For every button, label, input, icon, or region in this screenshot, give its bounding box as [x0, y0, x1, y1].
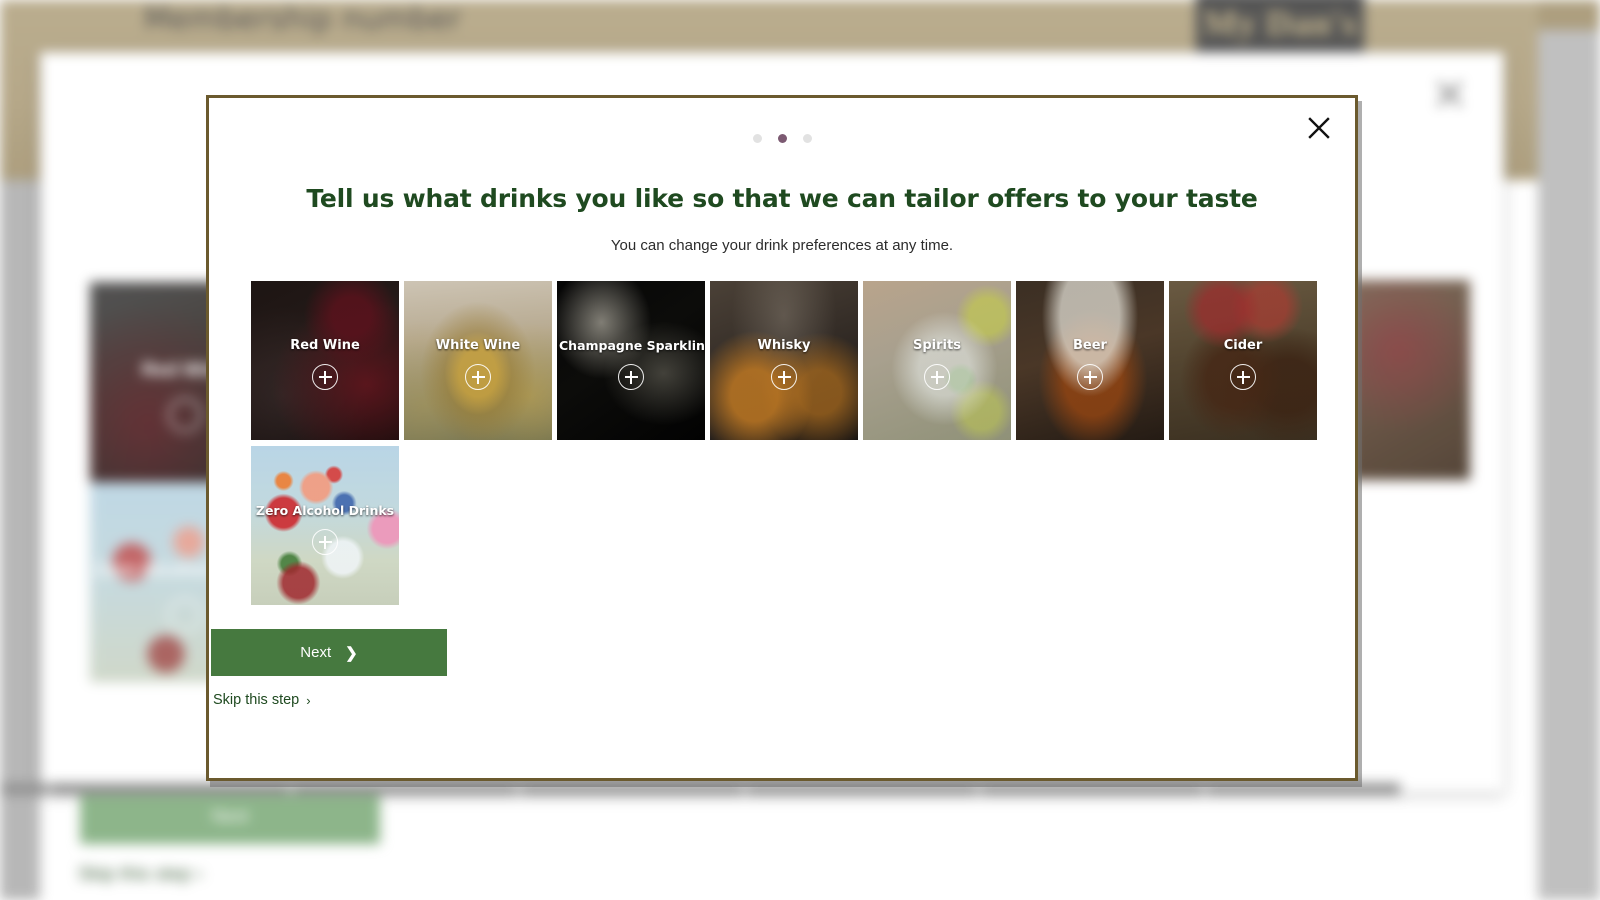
step-dot-3[interactable] [802, 134, 812, 143]
plus-icon[interactable] [312, 529, 338, 555]
step-dot-1[interactable] [752, 134, 762, 143]
skip-this-step-label: Skip this step [213, 692, 300, 708]
drink-tile-spirits[interactable]: Spirits [863, 281, 1011, 440]
zero-alcohol-drinks-photo [251, 446, 399, 605]
step-dot-2[interactable] [777, 134, 787, 143]
drink-tile-label: Whisky [757, 338, 811, 353]
drink-tile-label: Spirits [913, 338, 961, 353]
page-title: Tell us what drinks you like so that we … [306, 184, 1258, 213]
drink-tile-label: Cider [1223, 338, 1263, 353]
drink-tile-label: Beer [1073, 338, 1107, 353]
drink-tile-white-wine[interactable]: White Wine [404, 281, 552, 440]
plus-icon[interactable] [924, 364, 950, 390]
plus-icon[interactable] [312, 364, 338, 390]
plus-icon[interactable] [618, 364, 644, 390]
page-root: Membership number My Dan's ✕ Red Wine Ze… [0, 0, 1600, 900]
drink-tile-cider[interactable]: Cider [1169, 281, 1317, 440]
white-wine-photo [404, 281, 552, 440]
step-indicator [209, 134, 1355, 143]
spirits-photo [863, 281, 1011, 440]
drink-preferences-modal: Tell us what drinks you like so that we … [206, 95, 1358, 781]
drink-tile-label: White Wine [435, 338, 521, 353]
beer-photo [1016, 281, 1164, 440]
whisky-photo [710, 281, 858, 440]
drink-category-grid: Red Wine White Wine Champagne Sparkling … [251, 281, 1321, 605]
red-wine-photo [251, 281, 399, 440]
drink-tile-beer[interactable]: Beer [1016, 281, 1164, 440]
champagne-sparkling-photo [557, 281, 705, 440]
plus-icon[interactable] [465, 364, 491, 390]
plus-icon[interactable] [771, 364, 797, 390]
next-button-label: Next [300, 644, 332, 661]
drink-tile-label: Zero Alcohol Drinks [255, 503, 395, 518]
chevron-right-icon: › [306, 692, 311, 708]
drink-tile-zero-alcohol-drinks[interactable]: Zero Alcohol Drinks [251, 446, 399, 605]
skip-this-step-link[interactable]: Skip this step › [213, 692, 311, 708]
drink-tile-champagne-sparkling[interactable]: Champagne Sparkling [557, 281, 705, 440]
modal-subtitle: You can change your drink preferences at… [610, 237, 954, 254]
drink-tile-label: Champagne Sparkling [559, 338, 705, 353]
plus-icon[interactable] [1230, 364, 1256, 390]
chevron-right-icon: ❯ [345, 644, 358, 662]
drink-tile-label: Red Wine [290, 338, 360, 353]
drink-tile-whisky[interactable]: Whisky [710, 281, 858, 440]
plus-icon[interactable] [1077, 364, 1103, 390]
cider-photo [1169, 281, 1317, 440]
drink-tile-red-wine[interactable]: Red Wine [251, 281, 399, 440]
next-button[interactable]: Next ❯ [211, 629, 447, 676]
